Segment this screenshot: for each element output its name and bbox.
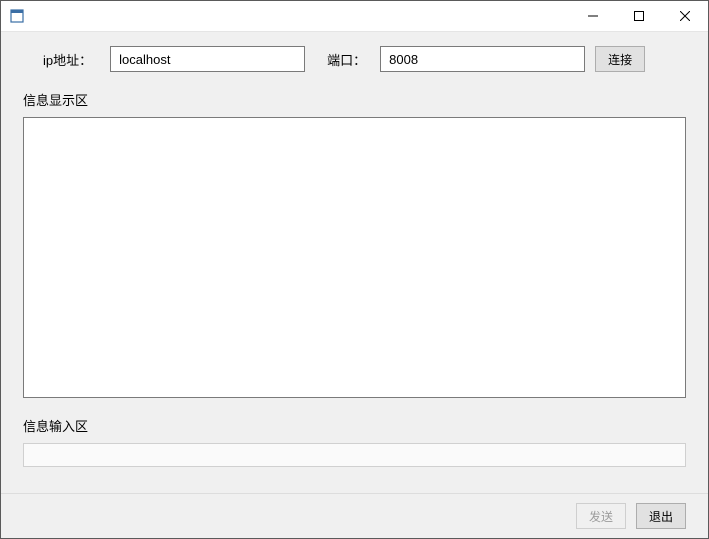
message-input[interactable]: [23, 443, 686, 467]
connect-button[interactable]: 连接: [595, 46, 645, 72]
ip-label: ip地址：: [43, 50, 92, 69]
exit-button[interactable]: 退出: [636, 503, 686, 529]
app-window: ip地址： 端口： 连接 信息显示区 信息输入区 发送 退出: [0, 0, 709, 539]
connection-row: ip地址： 端口： 连接: [23, 46, 686, 72]
message-display-area[interactable]: [23, 117, 686, 398]
minimize-button[interactable]: [570, 1, 616, 31]
footer: 发送 退出: [1, 493, 708, 538]
port-label: 端口：: [327, 50, 366, 69]
send-button[interactable]: 发送: [576, 503, 626, 529]
close-button[interactable]: [662, 1, 708, 31]
titlebar: [1, 1, 708, 32]
input-section-label: 信息输入区: [23, 416, 686, 435]
window-controls: [570, 1, 708, 31]
display-section-label: 信息显示区: [23, 90, 686, 109]
port-input[interactable]: [380, 46, 585, 72]
app-icon: [9, 8, 25, 24]
content-area: ip地址： 端口： 连接 信息显示区 信息输入区: [1, 32, 708, 493]
ip-input[interactable]: [110, 46, 305, 72]
maximize-button[interactable]: [616, 1, 662, 31]
input-row: [23, 443, 686, 467]
